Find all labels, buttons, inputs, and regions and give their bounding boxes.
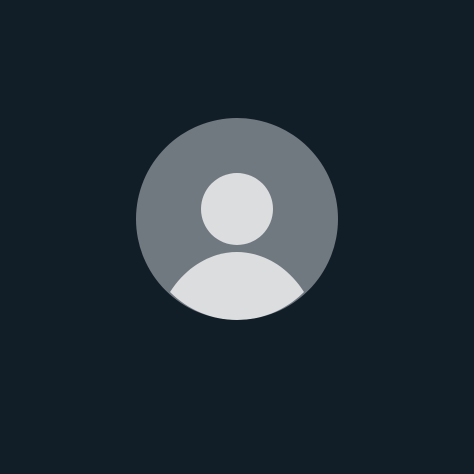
screen-background — [0, 0, 474, 474]
user-body-shape — [170, 252, 304, 320]
user-head-shape — [201, 173, 273, 245]
default-user-silhouette-icon — [170, 173, 304, 320]
avatar[interactable] — [136, 118, 338, 320]
